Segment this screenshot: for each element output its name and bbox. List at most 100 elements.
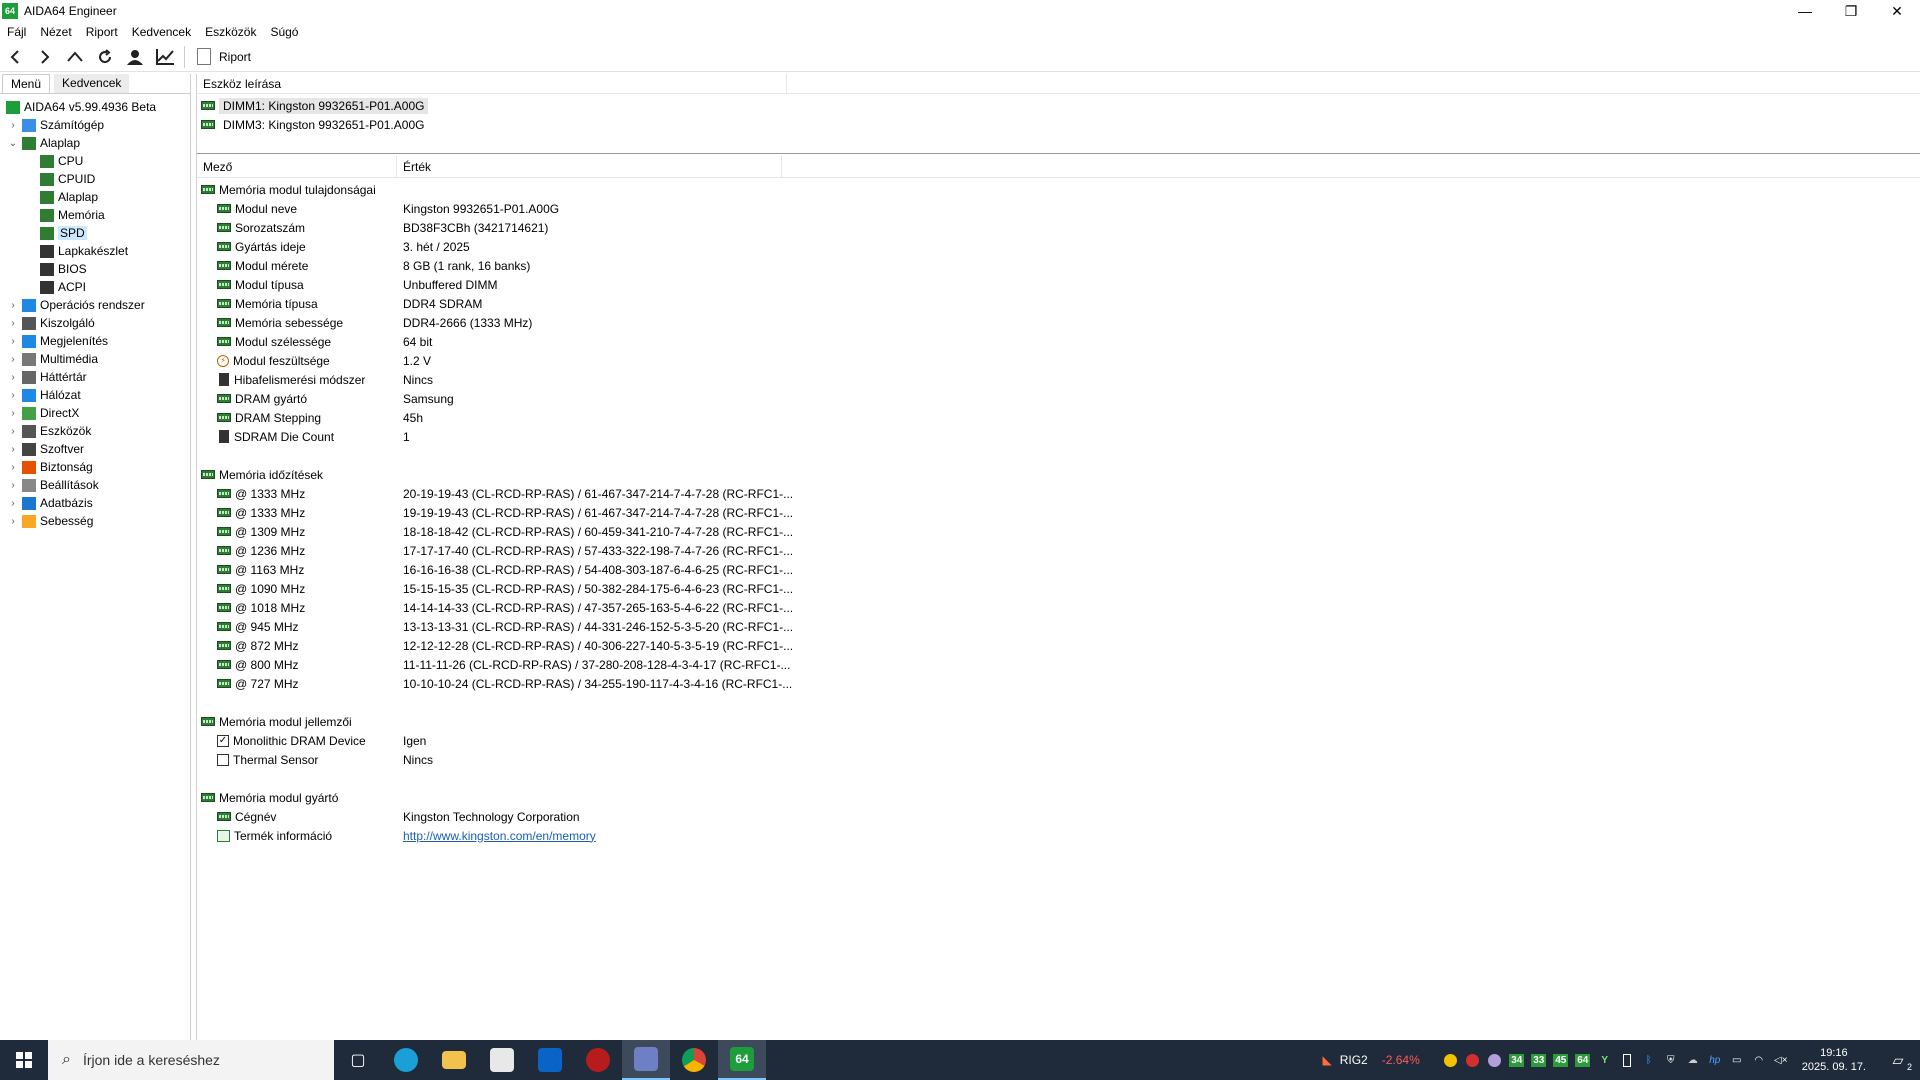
up-button[interactable] [60,43,90,71]
tree-root[interactable]: AIDA64 v5.99.4936 Beta [0,98,190,116]
tree-item[interactable]: › Eszközök [0,422,190,440]
menu-help[interactable]: Súgó [263,25,305,39]
tab-menu[interactable]: Menü [2,74,51,93]
taskbar-aida64[interactable]: 64 [718,1040,766,1080]
tree-item[interactable]: › Szoftver [0,440,190,458]
chevron-right-icon[interactable]: › [6,120,20,131]
chevron-down-icon[interactable]: ⌄ [6,138,20,149]
tree-item[interactable]: › DirectX [0,404,190,422]
table-row[interactable]: SDRAM Die Count 1 [197,427,1920,446]
tray-temp-badge-3[interactable]: 45 [1550,1040,1572,1080]
device-item-dimm1[interactable]: DIMM1: Kingston 9932651-P01.A00G [197,96,1920,115]
chevron-right-icon[interactable]: › [6,516,20,527]
table-row[interactable]: DRAM Stepping 45h [197,408,1920,427]
menu-favorites[interactable]: Kedvencek [125,25,198,39]
table-row[interactable]: @ 800 MHz 11-11-11-26 (CL-RCD-RP-RAS) / 3… [197,655,1920,674]
section-header[interactable]: Memória időzítések [197,465,1920,484]
menu-report[interactable]: Riport [79,25,125,39]
chevron-right-icon[interactable]: › [6,318,20,329]
back-button[interactable] [0,43,30,71]
tab-favorites[interactable]: Kedvencek [54,74,130,93]
table-row[interactable]: Modul szélessége 64 bit [197,332,1920,351]
table-row[interactable]: Modul neve Kingston 9932651-P01.A00G [197,199,1920,218]
chevron-right-icon[interactable]: › [6,444,20,455]
tray-aida64-badge[interactable]: 64 [1572,1040,1594,1080]
table-row[interactable]: Thermal Sensor Nincs [197,750,1920,769]
table-row[interactable]: @ 1018 MHz 14-14-14-33 (CL-RCD-RP-RAS) / … [197,598,1920,617]
tree-item[interactable]: › Multimédia [0,350,190,368]
column-header-field[interactable]: Mező [197,155,397,178]
chevron-right-icon[interactable]: › [6,480,20,491]
stock-ticker[interactable]: ◣ RIG2 -2.64% [1322,1053,1419,1067]
table-row[interactable]: Cégnév Kingston Technology Corporation [197,807,1920,826]
user-button[interactable] [120,43,150,71]
tree-item[interactable]: CPU [0,152,190,170]
tray-purple-app-icon[interactable] [1484,1040,1506,1080]
tree-item[interactable]: › Háttértár [0,368,190,386]
table-row[interactable]: Gyártás ideje 3. hét / 2025 [197,237,1920,256]
tree-item[interactable]: ACPI [0,278,190,296]
tray-defender-icon[interactable]: ⛨ [1660,1040,1682,1080]
table-row[interactable]: Sorozatszám BD38F3CBh (3421714621) [197,218,1920,237]
report-button[interactable]: Riport [191,48,257,65]
section-header[interactable]: Memória modul tulajdonságai [197,180,1920,199]
taskbar-clock[interactable]: 19:16 2025. 09. 17. [1802,1046,1866,1074]
close-button[interactable]: ✕ [1874,0,1920,22]
taskbar-save-app[interactable] [622,1040,670,1080]
taskbar-search-box[interactable]: ⌕ Írjon ide a kereséshez [48,1040,334,1080]
table-row[interactable]: Modul típusa Unbuffered DIMM [197,275,1920,294]
table-row[interactable]: @ 727 MHz 10-10-10-24 (CL-RCD-RP-RAS) / 3… [197,674,1920,693]
tray-volume-icon[interactable]: ◁× [1770,1040,1792,1080]
tray-onedrive-icon[interactable]: ☁ [1682,1040,1704,1080]
tray-hp-icon[interactable]: hp [1704,1040,1726,1080]
chevron-right-icon[interactable]: › [6,426,20,437]
chevron-right-icon[interactable]: › [6,336,20,347]
taskbar-explorer[interactable] [430,1040,478,1080]
table-row[interactable]: DRAM gyártó Samsung [197,389,1920,408]
device-item-dimm3[interactable]: DIMM3: Kingston 9932651-P01.A00G [197,115,1920,134]
tray-temp-badge-1[interactable]: 34 [1506,1040,1528,1080]
tree-item[interactable]: Alaplap [0,188,190,206]
table-row[interactable]: ⚡ Modul feszültsége 1.2 V [197,351,1920,370]
chart-button[interactable] [150,43,180,71]
tree-item[interactable]: › Beállítások [0,476,190,494]
table-row[interactable]: Modul mérete 8 GB (1 rank, 16 banks) [197,256,1920,275]
minimize-button[interactable]: — [1782,0,1828,22]
menu-file[interactable]: Fájl [0,25,33,39]
tray-smiley-icon[interactable] [1440,1040,1462,1080]
table-row[interactable]: @ 945 MHz 13-13-13-31 (CL-RCD-RP-RAS) / 4… [197,617,1920,636]
tree-item[interactable]: › Számítógép [0,116,190,134]
tree-item[interactable]: Lapkakészlet [0,242,190,260]
taskbar-edge[interactable] [382,1040,430,1080]
restore-button[interactable]: ❐ [1828,0,1874,22]
column-header-value[interactable]: Érték [397,155,782,178]
chevron-right-icon[interactable]: › [6,354,20,365]
tree-item[interactable]: SPD [0,224,190,242]
tree-item[interactable]: › Sebesség [0,512,190,530]
device-description-header[interactable]: Eszköz leírása [197,73,787,94]
tree-item[interactable]: › Kiszolgáló [0,314,190,332]
tree-item[interactable]: Memória [0,206,190,224]
chevron-right-icon[interactable]: › [6,462,20,473]
table-row[interactable]: @ 1090 MHz 15-15-15-35 (CL-RCD-RP-RAS) / … [197,579,1920,598]
notification-center-button[interactable]: ▱ 2 [1876,1040,1920,1080]
chevron-right-icon[interactable]: › [6,408,20,419]
tray-bluetooth-icon[interactable]: ᛒ [1638,1040,1660,1080]
tree-item[interactable]: CPUID [0,170,190,188]
refresh-button[interactable] [90,43,120,71]
table-row[interactable]: @ 1309 MHz 18-18-18-42 (CL-RCD-RP-RAS) / … [197,522,1920,541]
table-row[interactable]: Hibafelismerési módszer Nincs [197,370,1920,389]
task-view-button[interactable]: ▢ [334,1040,382,1080]
menu-tools[interactable]: Eszközök [198,25,263,39]
tree-item[interactable]: ⌄ Alaplap [0,134,190,152]
table-row[interactable]: @ 1333 MHz 19-19-19-43 (CL-RCD-RP-RAS) / … [197,503,1920,522]
tray-temp-badge-2[interactable]: 33 [1528,1040,1550,1080]
tree-item[interactable]: BIOS [0,260,190,278]
table-row[interactable]: ✓ Monolithic DRAM Device Igen [197,731,1920,750]
chevron-right-icon[interactable]: › [6,498,20,509]
table-row[interactable]: @ 1163 MHz 16-16-16-38 (CL-RCD-RP-RAS) / … [197,560,1920,579]
tray-monitor-icon[interactable]: ▭ [1726,1040,1748,1080]
taskbar-outlook[interactable] [526,1040,574,1080]
taskbar-store[interactable] [478,1040,526,1080]
table-row[interactable]: @ 872 MHz 12-12-12-28 (CL-RCD-RP-RAS) / 4… [197,636,1920,655]
